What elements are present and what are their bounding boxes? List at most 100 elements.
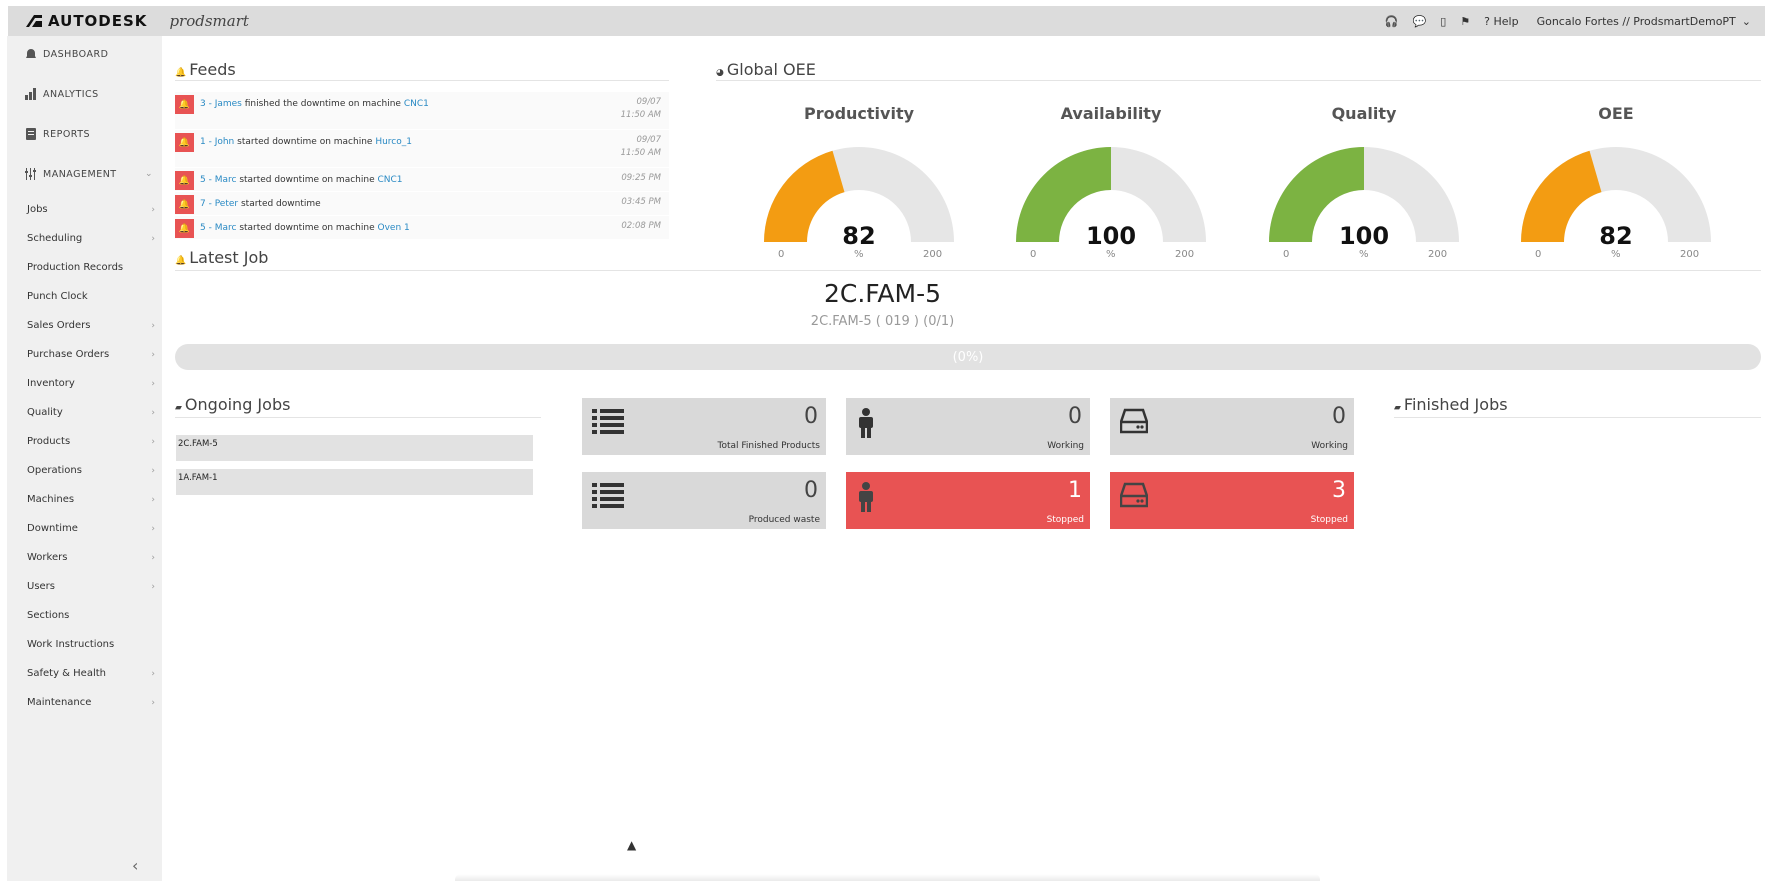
- sidebar-item-label: Products: [27, 436, 71, 447]
- sidebar-item-management[interactable]: MANAGEMENT ⌄: [25, 168, 153, 180]
- sidebar-item-work-instructions[interactable]: Work Instructions: [27, 639, 155, 650]
- gauge-min: 0: [1283, 249, 1290, 260]
- progress-label: (0%): [952, 349, 984, 365]
- sidebar-item-downtime[interactable]: Downtime ›: [27, 523, 155, 534]
- feed-date: 09/07: [636, 135, 662, 145]
- user-menu[interactable]: Goncalo Fortes // ProdsmartDemoPT: [1537, 15, 1736, 28]
- sidebar-item-products[interactable]: Products ›: [27, 436, 155, 447]
- sidebar-item-label: Sections: [27, 610, 70, 621]
- gauge-oee: OEE 82 0% 200: [1516, 104, 1716, 274]
- feed-worker-link[interactable]: 7 - Peter: [200, 199, 238, 209]
- sidebar-item-quality[interactable]: Quality ›: [27, 407, 155, 418]
- bell-icon: 🔔: [175, 133, 194, 152]
- sidebar-item-machines[interactable]: Machines ›: [27, 494, 155, 505]
- product-name: prodsmart: [169, 12, 249, 30]
- latest-job-divider: [175, 270, 1761, 271]
- sidebar-item-label: Jobs: [27, 204, 48, 215]
- help-link[interactable]: ? Help: [1484, 15, 1518, 28]
- gauge-quality: Quality 100 0% 200: [1264, 104, 1464, 274]
- stat-value: 3: [1332, 478, 1346, 503]
- mobile-icon[interactable]: ▯: [1440, 15, 1446, 28]
- stat-label: Produced waste: [748, 515, 820, 525]
- collapse-sidebar-icon[interactable]: ‹: [132, 856, 138, 875]
- feed-text: 7 - Peter started downtime: [200, 199, 321, 209]
- feeds-title: 🔔 Feeds: [175, 60, 236, 79]
- feed-machine-link[interactable]: CNC1: [378, 175, 403, 185]
- feed-timestamp: 09/07 11:50 AM: [621, 96, 661, 122]
- sidebar-item-reports[interactable]: REPORTS: [25, 128, 153, 140]
- sidebar-item-users[interactable]: Users ›: [27, 581, 155, 592]
- sidebar-item-safety-health[interactable]: Safety & Health ›: [27, 668, 155, 679]
- sidebar-item-operations[interactable]: Operations ›: [27, 465, 155, 476]
- feed-worker-link[interactable]: 1 - John: [200, 137, 234, 147]
- stat-label: Stopped: [1310, 515, 1348, 525]
- sidebar-item-analytics[interactable]: ANALYTICS: [25, 88, 153, 100]
- stat-label: Working: [1311, 441, 1348, 451]
- sidebar-item-production-records[interactable]: Production Records: [27, 262, 155, 273]
- stat-tile[interactable]: 0 Working: [846, 398, 1090, 455]
- feed-machine-link[interactable]: Oven 1: [378, 223, 410, 233]
- feed-item: 🔔 3 - James finished the downtime on mach…: [175, 92, 669, 130]
- feeds-title-label: Feeds: [189, 60, 236, 79]
- chevron-right-icon: ›: [151, 204, 155, 215]
- headset-icon[interactable]: 🎧: [1385, 15, 1399, 28]
- document-icon: [25, 128, 39, 140]
- feed-text: 3 - James finished the downtime on machi…: [200, 99, 429, 109]
- chat-icon[interactable]: 💬: [1413, 15, 1427, 28]
- sidebar-item-label: Work Instructions: [27, 639, 115, 650]
- finished-jobs-divider: [1394, 417, 1761, 418]
- help-icon: ?: [1484, 14, 1490, 28]
- stat-tile[interactable]: 3 Stopped: [1110, 472, 1354, 529]
- sidebar-item-scheduling[interactable]: Scheduling ›: [27, 233, 155, 244]
- sidebar-item-label: REPORTS: [43, 128, 91, 140]
- feed-text: 1 - John started downtime on machine Hur…: [200, 137, 412, 147]
- autodesk-logo[interactable]: AUTODESK: [26, 12, 147, 30]
- chevron-down-icon: ⌄: [144, 169, 153, 179]
- chevron-right-icon: ›: [151, 552, 155, 563]
- feed-worker-link[interactable]: 5 - Marc: [200, 223, 236, 233]
- feed-time: 09:25 PM: [621, 173, 661, 183]
- ongoing-job-item[interactable]: 1A.FAM-1: [176, 469, 533, 495]
- stat-tile[interactable]: 1 Stopped: [846, 472, 1090, 529]
- feed-time: 11:50 AM: [620, 148, 661, 158]
- stat-tile[interactable]: 0 Working: [1110, 398, 1354, 455]
- folder-icon: ▰: [175, 403, 182, 413]
- sidebar-item-label: Scheduling: [27, 233, 83, 244]
- chevron-right-icon: ›: [151, 494, 155, 505]
- sidebar-item-maintenance[interactable]: Maintenance ›: [27, 697, 155, 708]
- stat-tile[interactable]: 0 Produced waste: [582, 472, 826, 529]
- feed-worker-link[interactable]: 3 - James: [200, 99, 242, 109]
- feed-machine-link[interactable]: Hurco_1: [375, 137, 412, 147]
- machine-icon: [1119, 482, 1149, 512]
- gauge-min: 0: [1535, 249, 1542, 260]
- feeds-divider: [175, 80, 669, 81]
- stat-tile[interactable]: 0 Total Finished Products: [582, 398, 826, 455]
- gauge-value: 82: [842, 222, 876, 250]
- gauge-title: Productivity: [803, 104, 915, 123]
- sidebar-item-sections[interactable]: Sections: [27, 610, 155, 621]
- feeds-list: 🔔 3 - James finished the downtime on mach…: [175, 92, 669, 242]
- feed-text: 5 - Marc started downtime on machine Ove…: [200, 223, 410, 233]
- sidebar-item-inventory[interactable]: Inventory ›: [27, 378, 155, 389]
- gauge-title: Quality: [1331, 104, 1397, 123]
- sidebar-item-workers[interactable]: Workers ›: [27, 552, 155, 563]
- gauge-min: 0: [778, 249, 785, 260]
- feed-worker-link[interactable]: 5 - Marc: [200, 175, 236, 185]
- stat-value: 1: [1068, 478, 1082, 503]
- ongoing-job-item[interactable]: 2C.FAM-5: [176, 435, 533, 461]
- bookmark-icon[interactable]: ⚑: [1460, 15, 1470, 28]
- stat-value: 0: [804, 478, 818, 503]
- global-oee-divider: [716, 80, 1761, 81]
- gauge-unit: %: [1611, 249, 1621, 260]
- chevron-down-icon[interactable]: ⌄: [1742, 15, 1751, 28]
- latest-job-title-label: Latest Job: [189, 248, 269, 267]
- sidebar-item-jobs[interactable]: Jobs ›: [27, 204, 155, 215]
- stat-label: Working: [1047, 441, 1084, 451]
- sidebar-item-label: Machines: [27, 494, 75, 505]
- sidebar-item-purchase-orders[interactable]: Purchase Orders ›: [27, 349, 155, 360]
- feed-machine-link[interactable]: CNC1: [404, 99, 429, 109]
- feed-date: 09/07: [636, 97, 662, 107]
- sidebar-item-label: Quality: [27, 407, 63, 418]
- stat-value: 0: [1068, 404, 1082, 429]
- sidebar-item-dashboard[interactable]: DASHBOARD: [25, 48, 153, 60]
